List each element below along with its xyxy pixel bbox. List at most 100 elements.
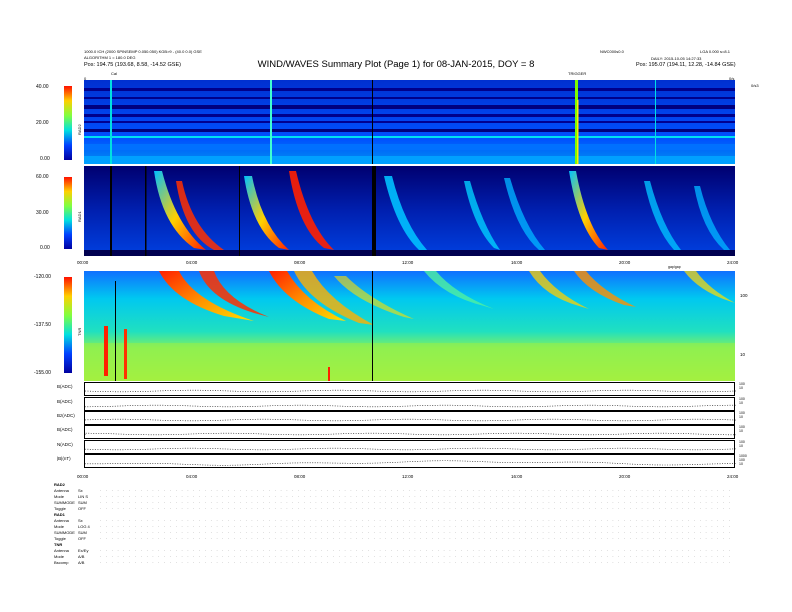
info-tnr-row-0-value: Ex/Ey — [78, 548, 89, 553]
strip-right-tick: 10 — [739, 462, 743, 466]
info-tnr-row-0-key: Antenna — [54, 548, 69, 553]
info-rad2-row-0-value: Sx — [78, 488, 83, 493]
rad2-label: RAD2 — [77, 124, 82, 135]
info-rad2-row-1-value: LIN S — [78, 494, 89, 499]
rad2-tick-mid: 20.00 — [36, 120, 49, 126]
info-rad1-row-2-dots: . . . . . . . . . . . . . . . . . . . . … — [100, 529, 730, 534]
strip-panel-2 — [84, 411, 737, 425]
bottom-axis-tick-2: 08:00 — [294, 474, 306, 479]
rad2-colorbar — [64, 86, 72, 160]
tnr-tick-mid: -137.50 — [34, 322, 51, 328]
strip-label-2: Bz(ADC) — [57, 413, 75, 418]
strip-label-5: |B|(nT) — [57, 456, 71, 461]
tnr-right-tick-10: 10 — [740, 352, 746, 357]
top-axis-tick-4: 16:00 — [511, 260, 523, 265]
info-rad2-row-2-dots: . . . . . . . . . . . . . . . . . . . . … — [100, 499, 730, 504]
strip-panel-3 — [84, 425, 737, 439]
strip-right-tick: 10 — [739, 444, 743, 448]
chart-title: WIND/WAVES Summary Plot (Page 1) for 08-… — [257, 59, 535, 70]
bottom-axis-tick-3: 12:00 — [402, 474, 414, 479]
strip-line-3 — [84, 432, 737, 436]
tnr-right-tick-100: 100 — [740, 293, 748, 298]
strip-right-tick: 10 — [739, 415, 743, 419]
rad1-tick-top: 60.00 — [36, 174, 49, 180]
header-right-line2: LGA 0.000 s=8.1 — [700, 49, 730, 54]
info-rad2-row-2-key: SUMMODE — [54, 500, 75, 505]
strip-right-ticks-5: 1000 100 10 — [739, 454, 747, 466]
info-rad1-title: RAD1 — [54, 512, 65, 517]
top-axis-extra: gap/gap — [668, 265, 681, 269]
marker-trigger: TRIGGER — [568, 71, 587, 76]
corner-right-label: 0/s3 — [751, 83, 759, 88]
info-tnr-row-0-dots: . . . . . . . . . . . . . . . . . . . . … — [100, 547, 730, 552]
strip-label-1: B(ADC) — [57, 399, 73, 404]
info-rad2-row-3-key: Toggle — [54, 506, 66, 511]
strip-panel-4 — [84, 440, 737, 454]
info-rad1-row-3-key: Toggle — [54, 536, 66, 541]
header-left-line1: 1000.0 ICH (2000 SPINSEMP 0.050.050) KGB… — [84, 49, 202, 54]
strip-right-ticks-2: 100 10 — [739, 411, 745, 419]
bottom-axis-tick-0: 00:00 — [77, 474, 89, 479]
info-rad2-row-1-dots: . . . . . . . . . . . . . . . . . . . . … — [100, 493, 730, 498]
strip-right-ticks-3: 100 10 — [739, 425, 745, 433]
info-rad1-row-1-value: LOG 4 — [78, 524, 90, 529]
strip-line-4 — [84, 447, 737, 451]
info-rad2-row-2-value: SUM — [78, 500, 87, 505]
strip-trace-1 — [84, 404, 736, 408]
strip-trace-5 — [84, 460, 736, 466]
info-rad2-title: RAD2 — [54, 482, 65, 487]
marker-cal: Cal — [111, 71, 118, 76]
top-axis-tick-1: 04:00 — [186, 260, 198, 265]
top-axis-tick-0: 00:00 — [77, 260, 89, 265]
rad1-colorbar — [64, 177, 72, 249]
top-axis-tick-3: 12:00 — [402, 260, 414, 265]
info-rad1-row-1-dots: . . . . . . . . . . . . . . . . . . . . … — [100, 523, 730, 528]
strip-right-tick: 10 — [739, 401, 743, 405]
rad2-tick-bottom: 0.00 — [40, 156, 50, 162]
rad2-spectrogram — [84, 80, 735, 164]
info-rad1-row-3-value: OFF — [78, 536, 86, 541]
strip-trace-4 — [84, 447, 737, 451]
info-rad2-row-0-dots: . . . . . . . . . . . . . . . . . . . . … — [100, 487, 730, 492]
info-tnr-row-2-dots: . . . . . . . . . . . . . . . . . . . . … — [100, 559, 730, 564]
rad1-tick-bottom: 0.00 — [40, 245, 50, 251]
tnr-spectrogram — [84, 271, 735, 381]
tnr-tick-bottom: -155.00 — [34, 370, 51, 376]
info-rad1-row-2-value: SUM — [78, 530, 87, 535]
info-rad2-row-3-value: OFF — [78, 506, 86, 511]
strip-panel-5 — [84, 454, 736, 468]
strip-panel-0 — [84, 382, 737, 396]
info-tnr-row-2-key: Bscomp — [54, 560, 69, 565]
rad1-spectrogram — [84, 166, 735, 256]
top-axis-tick-5: 20:00 — [619, 260, 631, 265]
strip-line-5 — [84, 460, 736, 466]
strip-trace-3 — [84, 432, 737, 436]
tnr-colorbar — [64, 277, 72, 373]
strip-label-4: N(ADC) — [57, 442, 73, 447]
info-rad2-row-0-key: Antenna — [54, 488, 69, 493]
info-rad2-row-3-dots: . . . . . . . . . . . . . . . . . . . . … — [100, 505, 730, 510]
strip-right-ticks-0: 100 10 — [739, 382, 745, 390]
strip-line-2 — [84, 418, 737, 422]
top-axis-tick-6: 24:00 — [727, 260, 739, 265]
strip-line-1 — [84, 404, 736, 408]
info-tnr-row-1-dots: . . . . . . . . . . . . . . . . . . . . … — [100, 553, 730, 558]
info-rad1-row-0-dots: . . . . . . . . . . . . . . . . . . . . … — [100, 517, 730, 522]
bottom-axis-tick-5: 20:00 — [619, 474, 631, 479]
info-tnr-row-2-value: A/B — [78, 560, 85, 565]
tnr-label: TNR — [77, 327, 82, 336]
rad1-label: RAD1 — [77, 211, 82, 222]
strip-right-ticks-1: 100 10 — [739, 397, 745, 405]
info-rad1-row-2-key: SUMMODE — [54, 530, 75, 535]
bottom-axis-tick-4: 16:00 — [511, 474, 523, 479]
strip-right-tick: 10 — [739, 429, 743, 433]
rad1-tick-mid: 30.00 — [36, 210, 49, 216]
strip-label-0: B(ADC) — [57, 384, 73, 389]
strip-panel-1 — [84, 397, 736, 411]
info-rad2-row-1-key: Mode — [54, 494, 65, 499]
strip-line-0 — [84, 389, 737, 393]
info-rad1-row-3-dots: . . . . . . . . . . . . . . . . . . . . … — [100, 535, 730, 540]
strip-trace-0 — [84, 389, 737, 393]
info-rad1-row-1-key: Mode — [54, 524, 65, 529]
top-axis-tick-2: 08:00 — [294, 260, 306, 265]
